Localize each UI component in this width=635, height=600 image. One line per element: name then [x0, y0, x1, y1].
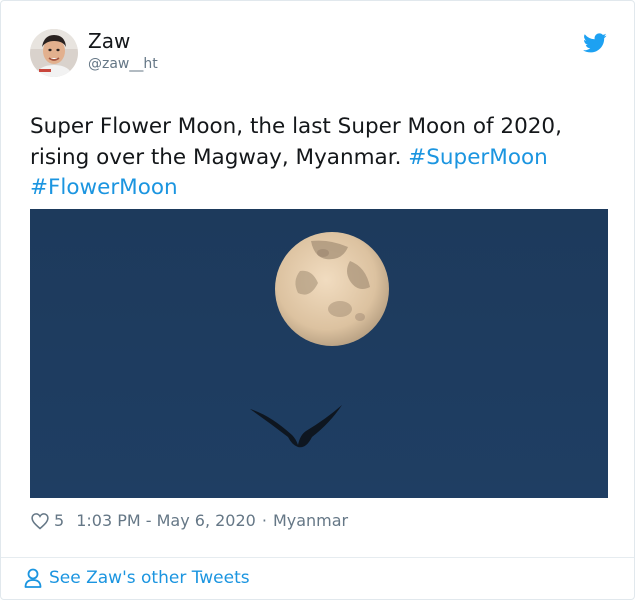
- tweet-location[interactable]: Myanmar: [273, 510, 348, 532]
- meta-separator: ·: [261, 511, 267, 530]
- hashtag-flowermoon[interactable]: #FlowerMoon: [30, 175, 178, 200]
- tweet-card: Zaw @zaw__ht Super Flower Moon, the last…: [0, 0, 635, 600]
- see-other-tweets-label: See Zaw's other Tweets: [49, 568, 250, 588]
- tweet-meta: 5 1:03 PM - May 6, 2020 · Myanmar: [30, 510, 348, 532]
- see-other-tweets-link[interactable]: See Zaw's other Tweets: [23, 567, 250, 589]
- twitter-bird-icon[interactable]: [583, 31, 607, 55]
- like-count: 5: [54, 511, 65, 530]
- tweet-text: Super Flower Moon, the last Super Moon o…: [30, 112, 610, 204]
- avatar[interactable]: [30, 29, 78, 77]
- heart-icon[interactable]: [30, 511, 50, 531]
- hashtag-supermoon[interactable]: #SuperMoon: [408, 145, 548, 170]
- tweet-timestamp[interactable]: 1:03 PM - May 6, 2020: [76, 510, 256, 532]
- person-icon: [23, 567, 43, 589]
- divider: [1, 557, 634, 558]
- user-handle[interactable]: @zaw__ht: [88, 55, 158, 73]
- display-name[interactable]: Zaw: [88, 29, 130, 53]
- moon: [275, 232, 389, 346]
- tweet-photo[interactable]: [30, 209, 608, 498]
